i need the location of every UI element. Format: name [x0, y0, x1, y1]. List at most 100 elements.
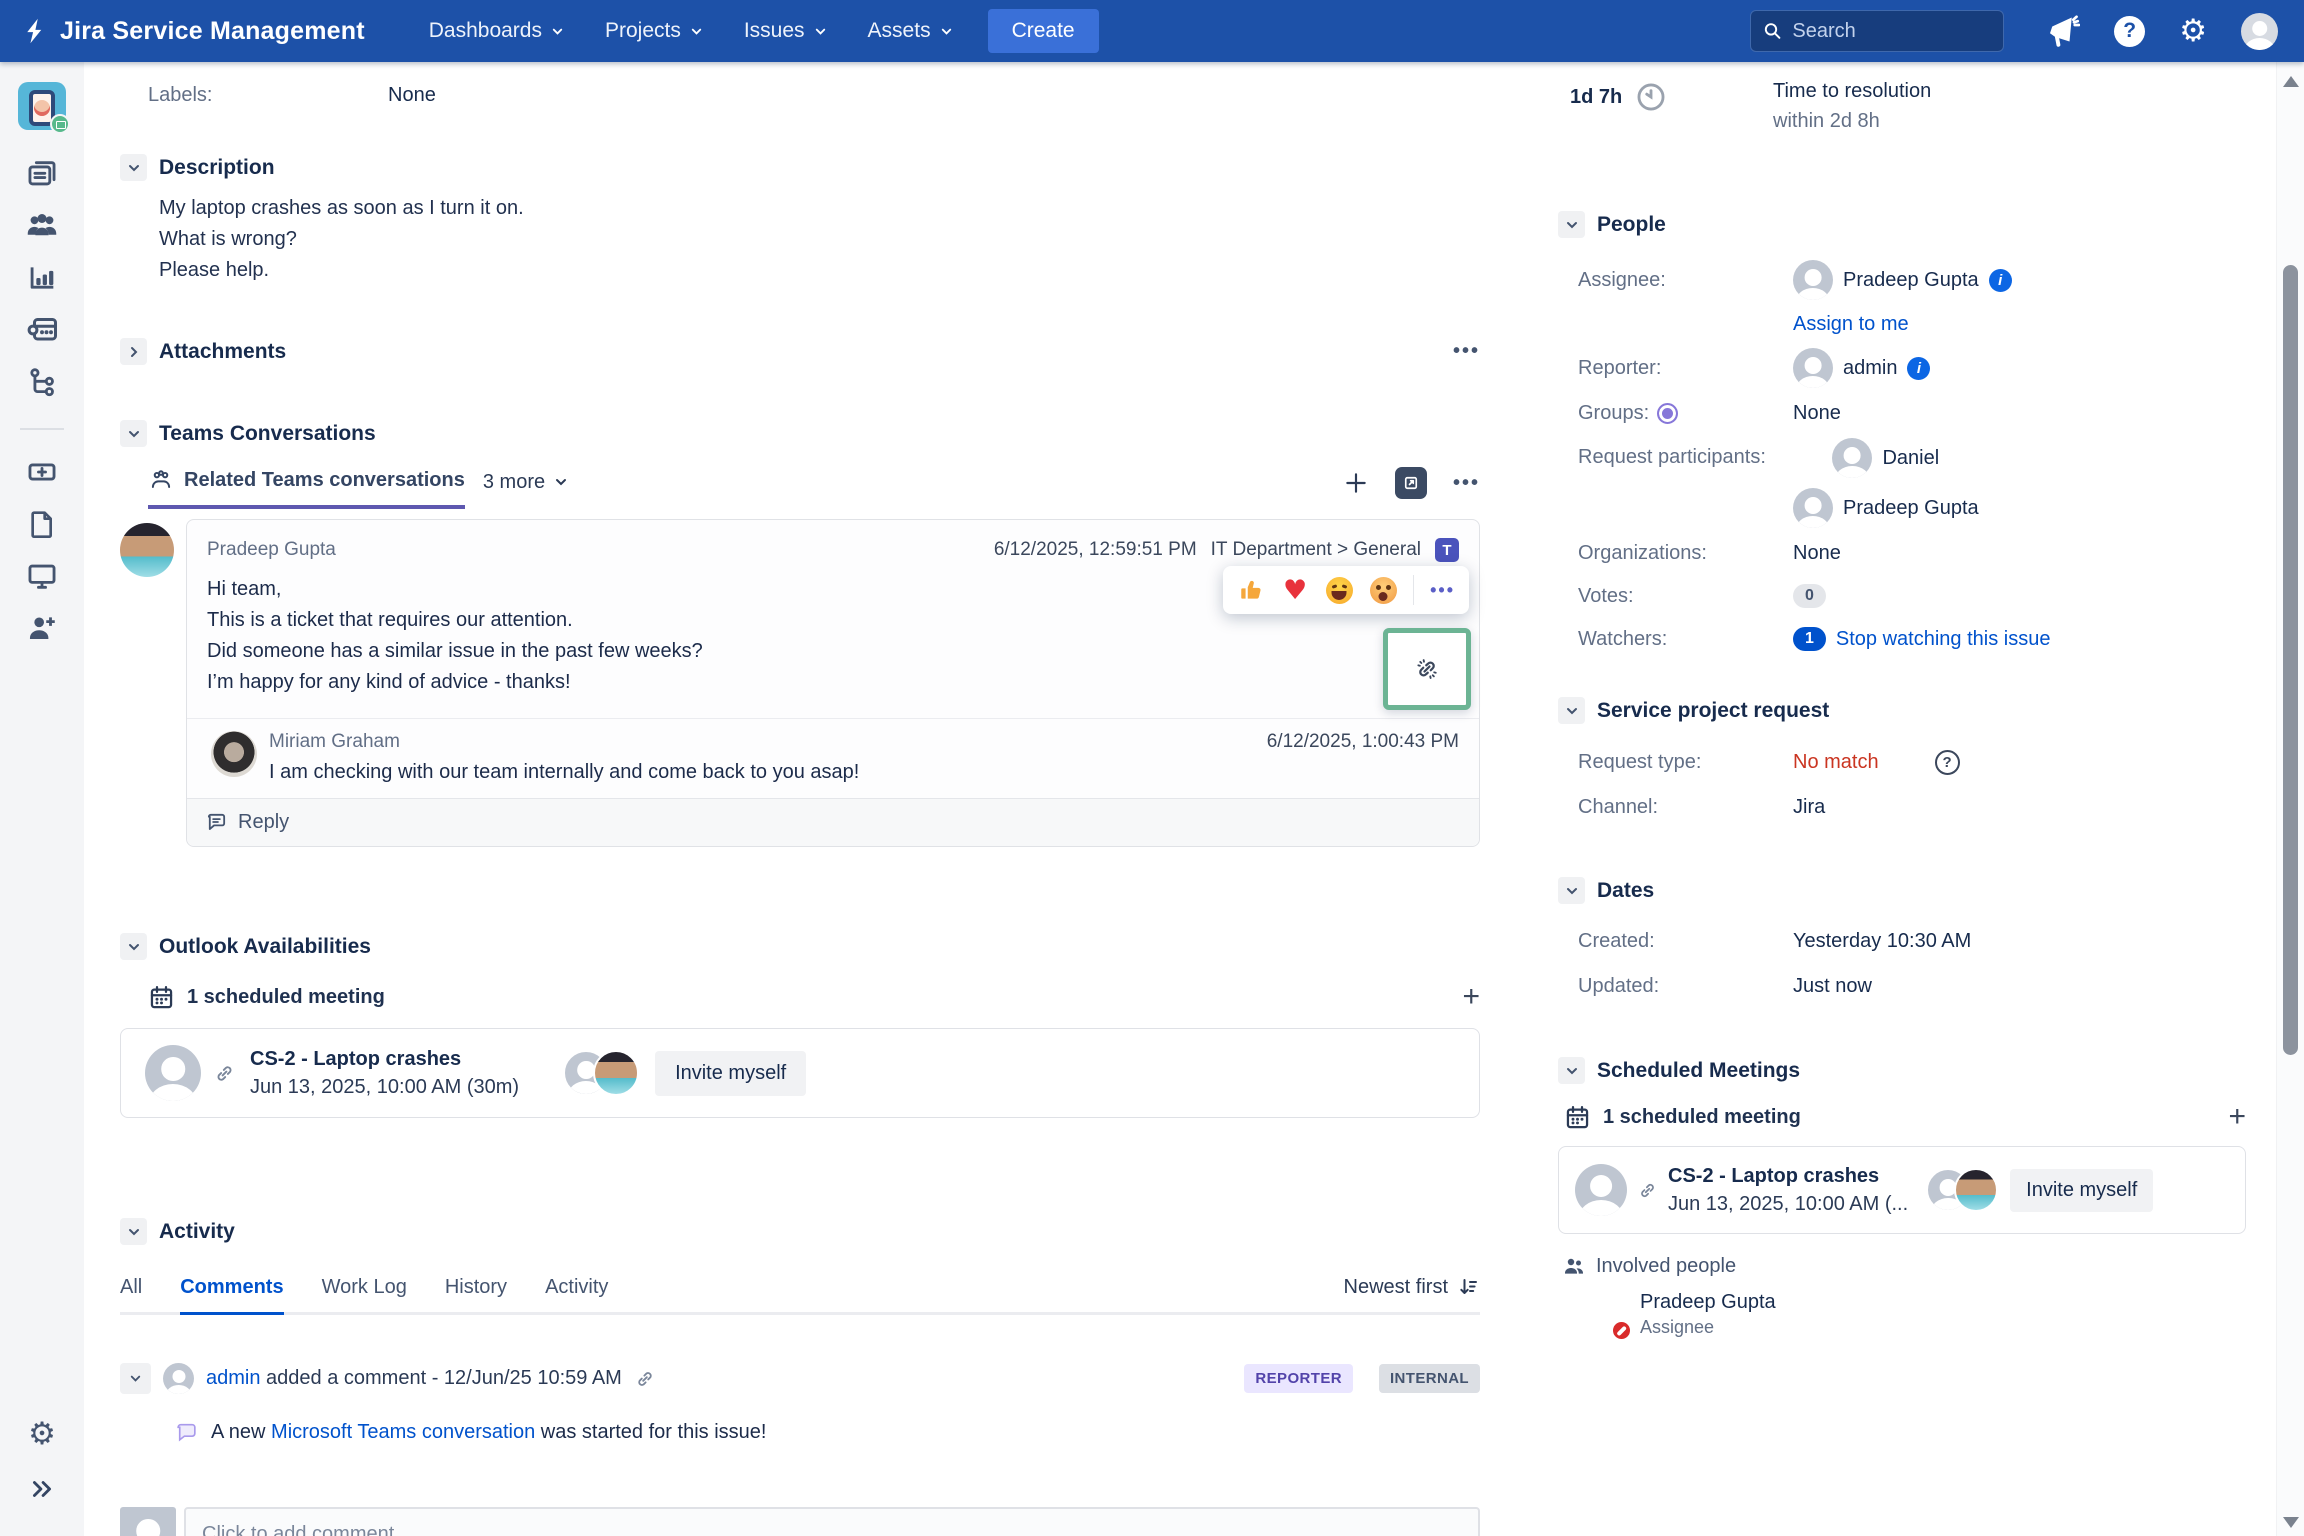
info-icon[interactable]: i	[1989, 269, 2012, 292]
chevron-down-icon	[553, 474, 569, 490]
info-icon[interactable]: i	[1907, 357, 1930, 380]
create-button[interactable]: Create	[988, 9, 1099, 53]
clock-icon[interactable]	[1634, 80, 1668, 114]
thumbs-up-reaction[interactable]	[1237, 576, 1265, 604]
add-panel-icon[interactable]	[24, 454, 60, 490]
teams-conversation-link[interactable]: Microsoft Teams conversation	[271, 1421, 535, 1443]
dates-section: Dates Created: Yesterday 10:30 AM Update…	[1558, 877, 2246, 1005]
permalink-icon[interactable]	[634, 1368, 656, 1390]
collapse-dates-icon[interactable]	[1558, 877, 1585, 904]
meeting-title[interactable]: CS-2 - Laptop crashes	[250, 1048, 519, 1071]
add-comment-input[interactable]	[184, 1507, 1480, 1536]
assignee-name[interactable]: Pradeep Gupta	[1843, 269, 1979, 292]
invite-person-icon[interactable]	[24, 610, 60, 646]
app-logo[interactable]: Jira Service Management	[22, 17, 365, 46]
hierarchy-icon[interactable]	[24, 364, 60, 400]
queues-icon[interactable]	[24, 156, 60, 192]
invite-myself-button[interactable]: Invite myself	[655, 1051, 806, 1096]
tab-comments[interactable]: Comments	[180, 1276, 283, 1315]
labels-value[interactable]: None	[388, 84, 436, 107]
sort-order-button[interactable]: Newest first	[1344, 1275, 1480, 1312]
bolt-icon	[22, 17, 50, 45]
collapse-request-icon[interactable]	[1558, 697, 1585, 724]
surprised-reaction[interactable]	[1369, 576, 1397, 604]
collapse-teams-icon[interactable]	[120, 420, 147, 447]
document-icon[interactable]	[24, 506, 60, 542]
tab-history[interactable]: History	[445, 1276, 507, 1315]
involved-person-name[interactable]: Pradeep Gupta	[1640, 1291, 1776, 1314]
heart-reaction[interactable]: ♥	[1281, 576, 1309, 604]
knowledge-base-icon[interactable]	[24, 312, 60, 348]
description-body[interactable]: My laptop crashes as soon as I turn it o…	[159, 193, 1480, 286]
votes-count[interactable]: 0	[1793, 584, 1826, 608]
user-avatar[interactable]	[2241, 13, 2278, 50]
conversation-more-icon[interactable]: •••	[1453, 472, 1480, 495]
rb-invite-myself-button[interactable]: Invite myself	[2010, 1169, 2153, 1212]
stop-watching-link[interactable]: Stop watching this issue	[1836, 628, 2051, 651]
link-icon[interactable]	[213, 1062, 236, 1085]
project-settings-gear-icon[interactable]: ⚙	[28, 1419, 56, 1450]
announcements-icon[interactable]	[2044, 13, 2080, 49]
message-author[interactable]: Pradeep Gupta	[207, 539, 336, 561]
tab-activity[interactable]: Activity	[545, 1276, 608, 1315]
monitor-icon[interactable]	[24, 558, 60, 594]
collapse-outlook-icon[interactable]	[120, 933, 147, 960]
rb-add-meeting-icon[interactable]: +	[2228, 1102, 2246, 1132]
reports-icon[interactable]	[24, 260, 60, 296]
expand-sidebar-icon[interactable]	[27, 1476, 57, 1502]
pradeep-avatar[interactable]	[120, 523, 174, 577]
settings-gear-icon[interactable]: ⚙	[2179, 16, 2207, 47]
menu-projects[interactable]: Projects	[605, 19, 704, 43]
assign-to-me-row: Assign to me	[1578, 307, 2246, 341]
rb-meeting-card[interactable]: CS-2 - Laptop crashes Jun 13, 2025, 10:0…	[1558, 1146, 2246, 1234]
link-icon[interactable]	[1637, 1180, 1658, 1201]
collapse-activity-icon[interactable]	[120, 1218, 147, 1245]
rb-meeting-title[interactable]: CS-2 - Laptop crashes	[1668, 1165, 1908, 1188]
request-type-help-icon[interactable]: ?	[1935, 750, 1960, 775]
reply-author[interactable]: Miriam Graham	[269, 731, 400, 753]
participant-name[interactable]: Pradeep Gupta	[1843, 497, 1979, 520]
collapse-description-icon[interactable]	[120, 154, 147, 181]
more-conversations-dropdown[interactable]: 3 more	[483, 471, 569, 506]
laughing-reaction[interactable]	[1325, 576, 1353, 604]
tab-all[interactable]: All	[120, 1276, 142, 1315]
scrollbar-thumb[interactable]	[2283, 265, 2298, 1055]
participant-name[interactable]: Daniel	[1882, 447, 1939, 470]
meeting-time: Jun 13, 2025, 10:00 AM (30m)	[250, 1076, 519, 1099]
page-scrollbar[interactable]	[2276, 62, 2304, 1536]
meeting-card[interactable]: CS-2 - Laptop crashes Jun 13, 2025, 10:0…	[120, 1028, 1480, 1118]
collapse-meetings-icon[interactable]	[1558, 1057, 1585, 1084]
more-reactions-icon[interactable]: •••	[1430, 580, 1455, 601]
expand-attachments-icon[interactable]	[120, 338, 147, 365]
scrollbar-up-arrow[interactable]	[2283, 76, 2299, 87]
reply-message: Miriam Graham 6/12/2025, 1:00:43 PM I am…	[187, 718, 1479, 798]
miriam-avatar[interactable]	[211, 731, 257, 777]
customers-icon[interactable]	[24, 208, 60, 244]
reporter-label: Reporter:	[1578, 357, 1793, 380]
message-channel[interactable]: IT Department > General	[1211, 539, 1421, 561]
search-box[interactable]	[1750, 10, 2004, 52]
menu-assets[interactable]: Assets	[868, 19, 954, 43]
scrollbar-down-arrow[interactable]	[2283, 1517, 2299, 1528]
collapse-people-icon[interactable]	[1558, 211, 1585, 238]
menu-dashboards[interactable]: Dashboards	[429, 19, 565, 43]
reply-button[interactable]: Reply	[187, 798, 1479, 846]
watchers-count[interactable]: 1	[1793, 627, 1826, 651]
reporter-name[interactable]: admin	[1843, 357, 1897, 380]
tab-work-log[interactable]: Work Log	[322, 1276, 407, 1315]
collapse-comment-icon[interactable]	[120, 1363, 151, 1394]
comment-author-link[interactable]: admin	[206, 1367, 260, 1389]
tab-related-teams-conversations[interactable]: Related Teams conversations	[148, 467, 465, 509]
attachments-more-icon[interactable]: •••	[1453, 340, 1480, 363]
project-avatar[interactable]	[18, 82, 66, 130]
add-conversation-icon[interactable]	[1343, 470, 1369, 496]
unlink-conversation-button[interactable]	[1383, 628, 1471, 710]
add-meeting-icon[interactable]: +	[1462, 982, 1480, 1012]
teams-logo-icon[interactable]: T	[1435, 538, 1459, 562]
assign-to-me-link[interactable]: Assign to me	[1793, 313, 1909, 336]
search-input[interactable]	[1792, 20, 1991, 43]
menu-issues[interactable]: Issues	[744, 19, 828, 43]
help-icon[interactable]: ?	[2114, 16, 2145, 47]
open-in-teams-icon[interactable]	[1395, 467, 1427, 499]
assignee-label: Assignee:	[1578, 269, 1793, 292]
